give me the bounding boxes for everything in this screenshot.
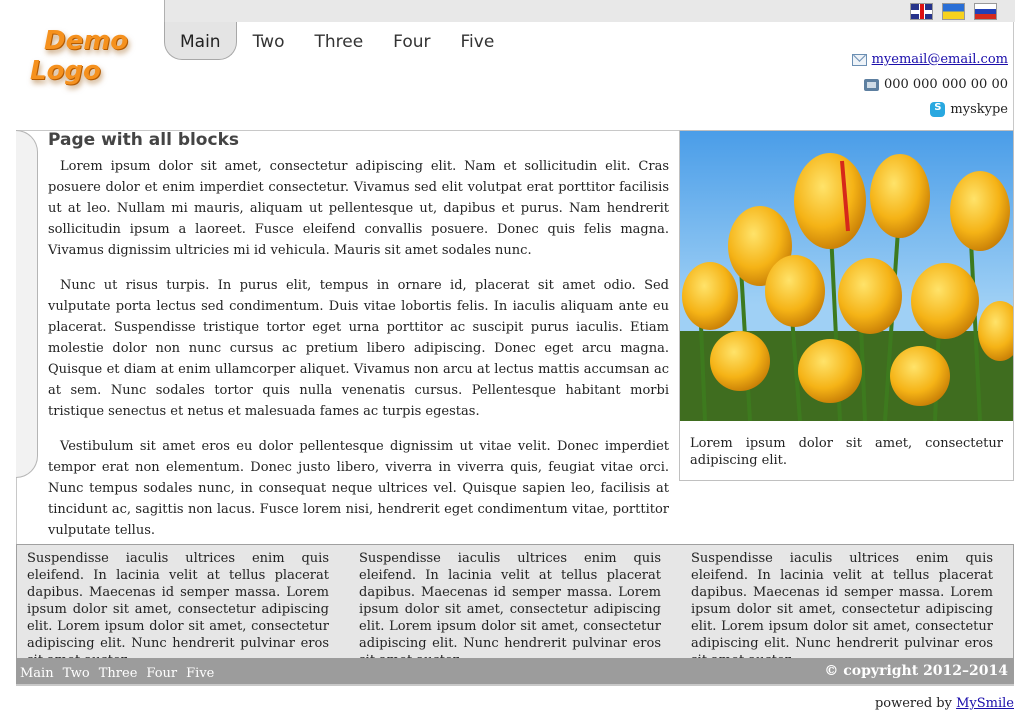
article-paragraph: Vestibulum sit amet eros eu dolor pellen…	[48, 439, 669, 538]
footer-nav-four[interactable]: Four	[146, 666, 177, 681]
photo-block: Lorem ipsum dolor sit amet, consectetur …	[679, 130, 1014, 481]
footer-block: Suspendisse iaculis ultrices enim quis e…	[691, 551, 993, 668]
nav-item-two[interactable]: Two	[237, 22, 299, 60]
footer-nav-main[interactable]: Main	[20, 666, 54, 681]
powered-by-label: powered by	[874, 696, 957, 711]
article-paragraph: Lorem ipsum dolor sit amet, consectetur …	[48, 159, 669, 258]
phone-number: 000 000 000 00 00	[883, 77, 1008, 92]
uk-flag-icon[interactable]	[910, 3, 933, 20]
skype-name: myskype	[950, 102, 1008, 117]
copyright: © copyright 2012–2014	[824, 663, 1008, 679]
top-bar	[164, 0, 1015, 22]
email-link[interactable]: myemail@email.com	[872, 47, 1008, 72]
footer-nav-five[interactable]: Five	[186, 666, 214, 681]
nav-item-three[interactable]: Three	[298, 22, 377, 60]
footer-block: Suspendisse iaculis ultrices enim quis e…	[27, 551, 329, 668]
mail-icon	[851, 53, 867, 66]
header-divider	[1013, 22, 1014, 130]
ua-flag-icon[interactable]	[942, 3, 965, 20]
footer-nav-two[interactable]: Two	[63, 666, 90, 681]
footer-nav: Main Two Three Four Five	[20, 666, 214, 681]
contact-info: myemail@email.com 000 000 000 00 00 S my…	[851, 47, 1008, 122]
nav-item-main[interactable]: Main	[164, 22, 237, 60]
skype-icon: S	[930, 102, 946, 117]
language-switcher	[910, 3, 997, 20]
ru-flag-icon[interactable]	[974, 3, 997, 20]
article: Page with all blocks Lorem ipsum dolor s…	[27, 130, 669, 555]
article-paragraph: Nunc ut risus turpis. In purus elit, tem…	[48, 278, 669, 419]
powered-by: powered by MySmile	[875, 696, 1014, 711]
footer-block: Suspendisse iaculis ultrices enim quis e…	[359, 551, 661, 668]
footer-bar: Main Two Three Four Five © copyright 201…	[16, 658, 1014, 686]
footer-blocks: Suspendisse iaculis ultrices enim quis e…	[16, 544, 1014, 668]
logo-line-2: Logo	[30, 56, 101, 86]
site-logo[interactable]: Demo Logo	[26, 26, 146, 96]
footer-nav-three[interactable]: Three	[99, 666, 138, 681]
nav-item-four[interactable]: Four	[377, 22, 444, 60]
mysmile-link[interactable]: MySmile	[956, 696, 1014, 711]
phone-icon	[863, 78, 879, 91]
tulips-photo	[680, 131, 1013, 421]
photo-caption: Lorem ipsum dolor sit amet, consectetur …	[690, 436, 1003, 468]
main-nav: Main Two Three Four Five	[164, 22, 508, 60]
logo-line-1: Demo	[44, 26, 129, 56]
page-title: Page with all blocks	[48, 130, 239, 150]
nav-item-five[interactable]: Five	[445, 22, 509, 60]
